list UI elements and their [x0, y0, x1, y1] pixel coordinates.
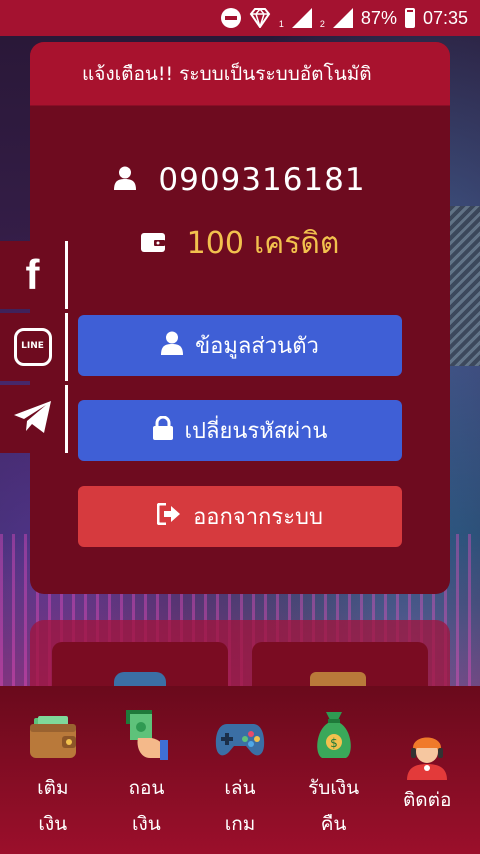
battery-icon: [404, 8, 415, 28]
signal-icon-2: [332, 8, 353, 28]
clock: 07:35: [422, 7, 468, 28]
nav-deposit[interactable]: เติม เงิน: [9, 700, 97, 854]
telegram-button[interactable]: [0, 385, 68, 453]
lock-icon: [152, 415, 173, 446]
change-password-button[interactable]: เปลี่ยนรหัสผ่าน: [78, 400, 402, 461]
nav-play-label: เล่น เกม: [224, 770, 255, 842]
nav-contact-label-line1: ติดต่อ: [402, 789, 452, 811]
svg-text:$: $: [330, 736, 338, 750]
nav-contact[interactable]: ติดต่อ: [383, 700, 471, 854]
announcement-text: แจ้งเตือน!! ระบบเป็นระบบอัตโนมัติ: [82, 62, 372, 85]
logout-button[interactable]: ออกจากระบบ: [78, 486, 402, 547]
announcement-marquee: แจ้งเตือน!! ระบบเป็นระบบอัตโนมัติ: [30, 42, 450, 106]
signal-icon: [291, 8, 312, 28]
credit-amount: 100: [186, 226, 244, 261]
nav-cashback-label-line2: คืน: [320, 813, 347, 835]
credit-unit: เครดิต: [253, 226, 340, 261]
nav-cashback[interactable]: $ รับเงิน คืน: [290, 700, 378, 854]
user-icon: [114, 166, 137, 194]
nav-withdraw-label-line2: เงิน: [132, 813, 161, 835]
profile-button-label: ข้อมูลส่วนตัว: [195, 334, 319, 359]
diamond-icon: [249, 8, 271, 28]
sim2-label: 2: [319, 19, 325, 29]
gamepad-icon: [215, 700, 265, 760]
line-icon: LINE: [13, 328, 52, 366]
facebook-button[interactable]: f: [0, 241, 68, 309]
battery-percent: 87%: [360, 7, 397, 28]
logout-button-label: ออกจากระบบ: [193, 505, 323, 530]
nav-cashback-label: รับเงิน คืน: [308, 770, 359, 842]
nav-play-label-line1: เล่น: [224, 777, 256, 799]
nav-withdraw-label: ถอน เงิน: [128, 770, 164, 842]
account-card: แจ้งเตือน!! ระบบเป็นระบบอัตโนมัติ 090931…: [30, 42, 450, 594]
sign-out-icon: [156, 502, 181, 531]
nav-play-label-line2: เกม: [224, 813, 256, 835]
nav-cashback-label-line1: รับเงิน: [308, 777, 360, 799]
user-phone: 0909316181: [158, 162, 366, 198]
facebook-icon: f: [25, 251, 40, 298]
change-password-button-label: เปลี่ยนรหัสผ่าน: [184, 419, 328, 444]
status-bar: 1 2 87% 07:35: [0, 0, 480, 36]
support-agent-icon: [403, 700, 451, 780]
sim1-label: 1: [278, 19, 284, 29]
user-row: 0909316181: [30, 162, 450, 198]
money-bag-icon: $: [314, 700, 354, 760]
nav-deposit-label-line2: เงิน: [38, 813, 68, 835]
line-button[interactable]: LINE: [0, 313, 68, 381]
profile-button[interactable]: ข้อมูลส่วนตัว: [78, 315, 402, 376]
background-dish: [446, 206, 480, 366]
nav-withdraw[interactable]: ถอน เงิน: [102, 700, 190, 854]
line-label: LINE: [21, 341, 44, 351]
user-icon: [161, 331, 184, 361]
nav-deposit-label: เติม เงิน: [37, 770, 68, 842]
nav-play[interactable]: เล่น เกม: [196, 700, 284, 854]
nav-contact-label: ติดต่อ: [403, 782, 451, 818]
wallet-nav-icon: [28, 700, 78, 760]
bottom-nav: เติม เงิน ถอน เงิน เล่น เกม $ รับเงิน คื…: [0, 686, 480, 854]
nav-withdraw-label-line1: ถอน: [128, 777, 165, 799]
credit-row: 100 เครดิต: [30, 220, 450, 267]
credit-display: 100 เครดิต: [187, 220, 340, 267]
telegram-icon: [13, 400, 53, 438]
do-not-disturb-icon: [220, 8, 241, 28]
wallet-icon: [140, 231, 165, 257]
cash-hand-icon: [124, 700, 169, 760]
nav-deposit-label-line1: เติม: [37, 777, 69, 799]
